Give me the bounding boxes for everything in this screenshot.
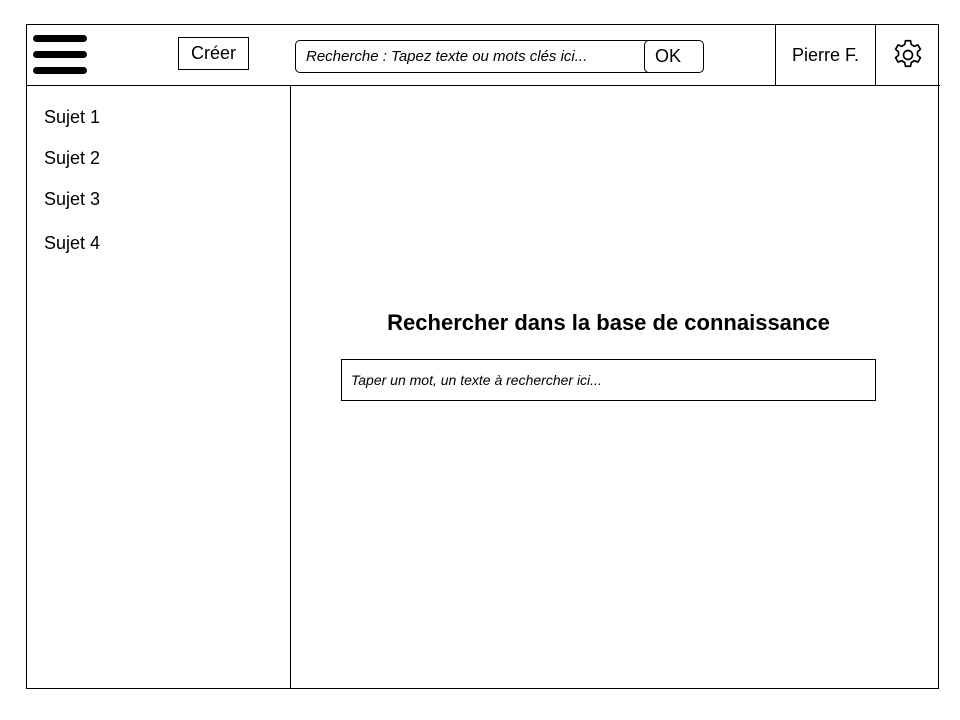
gear-icon[interactable] bbox=[890, 37, 926, 73]
hamburger-menu-icon[interactable] bbox=[33, 34, 87, 76]
user-name[interactable]: Pierre F. bbox=[775, 24, 876, 86]
sidebar-item-sujet-2[interactable]: Sujet 2 bbox=[44, 148, 100, 169]
search-ok-button[interactable]: OK bbox=[644, 40, 704, 73]
sidebar-item-sujet-3[interactable]: Sujet 3 bbox=[44, 189, 100, 210]
create-button[interactable]: Créer bbox=[178, 37, 249, 70]
top-search-input[interactable]: Recherche : Tapez texte ou mots clés ici… bbox=[306, 41, 642, 72]
sidebar-item-sujet-1[interactable]: Sujet 1 bbox=[44, 107, 100, 128]
page-title: Rechercher dans la base de connaissance bbox=[387, 310, 830, 335]
top-search-bar: Recherche : Tapez texte ou mots clés ici… bbox=[295, 40, 704, 73]
sidebar: Sujet 1 Sujet 2 Sujet 3 Sujet 4 bbox=[26, 86, 291, 689]
sidebar-item-sujet-4[interactable]: Sujet 4 bbox=[44, 233, 100, 254]
knowledge-search-input[interactable]: Taper un mot, un texte à rechercher ici.… bbox=[341, 359, 876, 401]
